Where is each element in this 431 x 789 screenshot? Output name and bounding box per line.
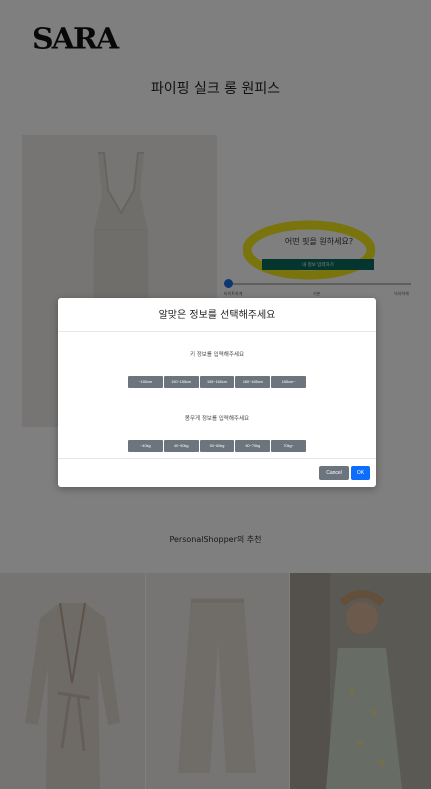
height-option[interactable]: ~150cm — [128, 376, 163, 388]
height-option[interactable]: 160~165cm — [235, 376, 271, 388]
ok-button[interactable]: OK — [351, 466, 370, 480]
weight-option[interactable]: 60~70kg — [235, 440, 271, 452]
modal-footer-divider — [58, 458, 376, 459]
height-option[interactable]: 150~155cm — [163, 376, 199, 388]
weight-option[interactable]: 50~60kg — [199, 440, 235, 452]
weight-option[interactable]: 70kg~ — [271, 440, 306, 452]
height-option[interactable]: 155~160cm — [199, 376, 235, 388]
weight-label: 몸무게 정보를 입력해주세요 — [184, 416, 250, 422]
weight-options: ~40kg 40~50kg 50~60kg 60~70kg 70kg~ — [128, 440, 306, 452]
cancel-button[interactable]: Cancel — [319, 466, 349, 480]
modal-header-divider — [58, 331, 376, 332]
height-options: ~150cm 150~155cm 155~160cm 160~165cm 165… — [128, 376, 306, 388]
weight-option[interactable]: ~40kg — [128, 440, 163, 452]
weight-option[interactable]: 40~50kg — [163, 440, 199, 452]
height-label: 키 정보를 입력해주세요 — [189, 352, 245, 358]
info-modal: 알맞은 정보를 선택해주세요 키 정보를 입력해주세요 ~150cm 150~1… — [58, 298, 376, 487]
height-option[interactable]: 165cm~ — [271, 376, 306, 388]
modal-title: 알맞은 정보를 선택해주세요 — [158, 310, 276, 321]
